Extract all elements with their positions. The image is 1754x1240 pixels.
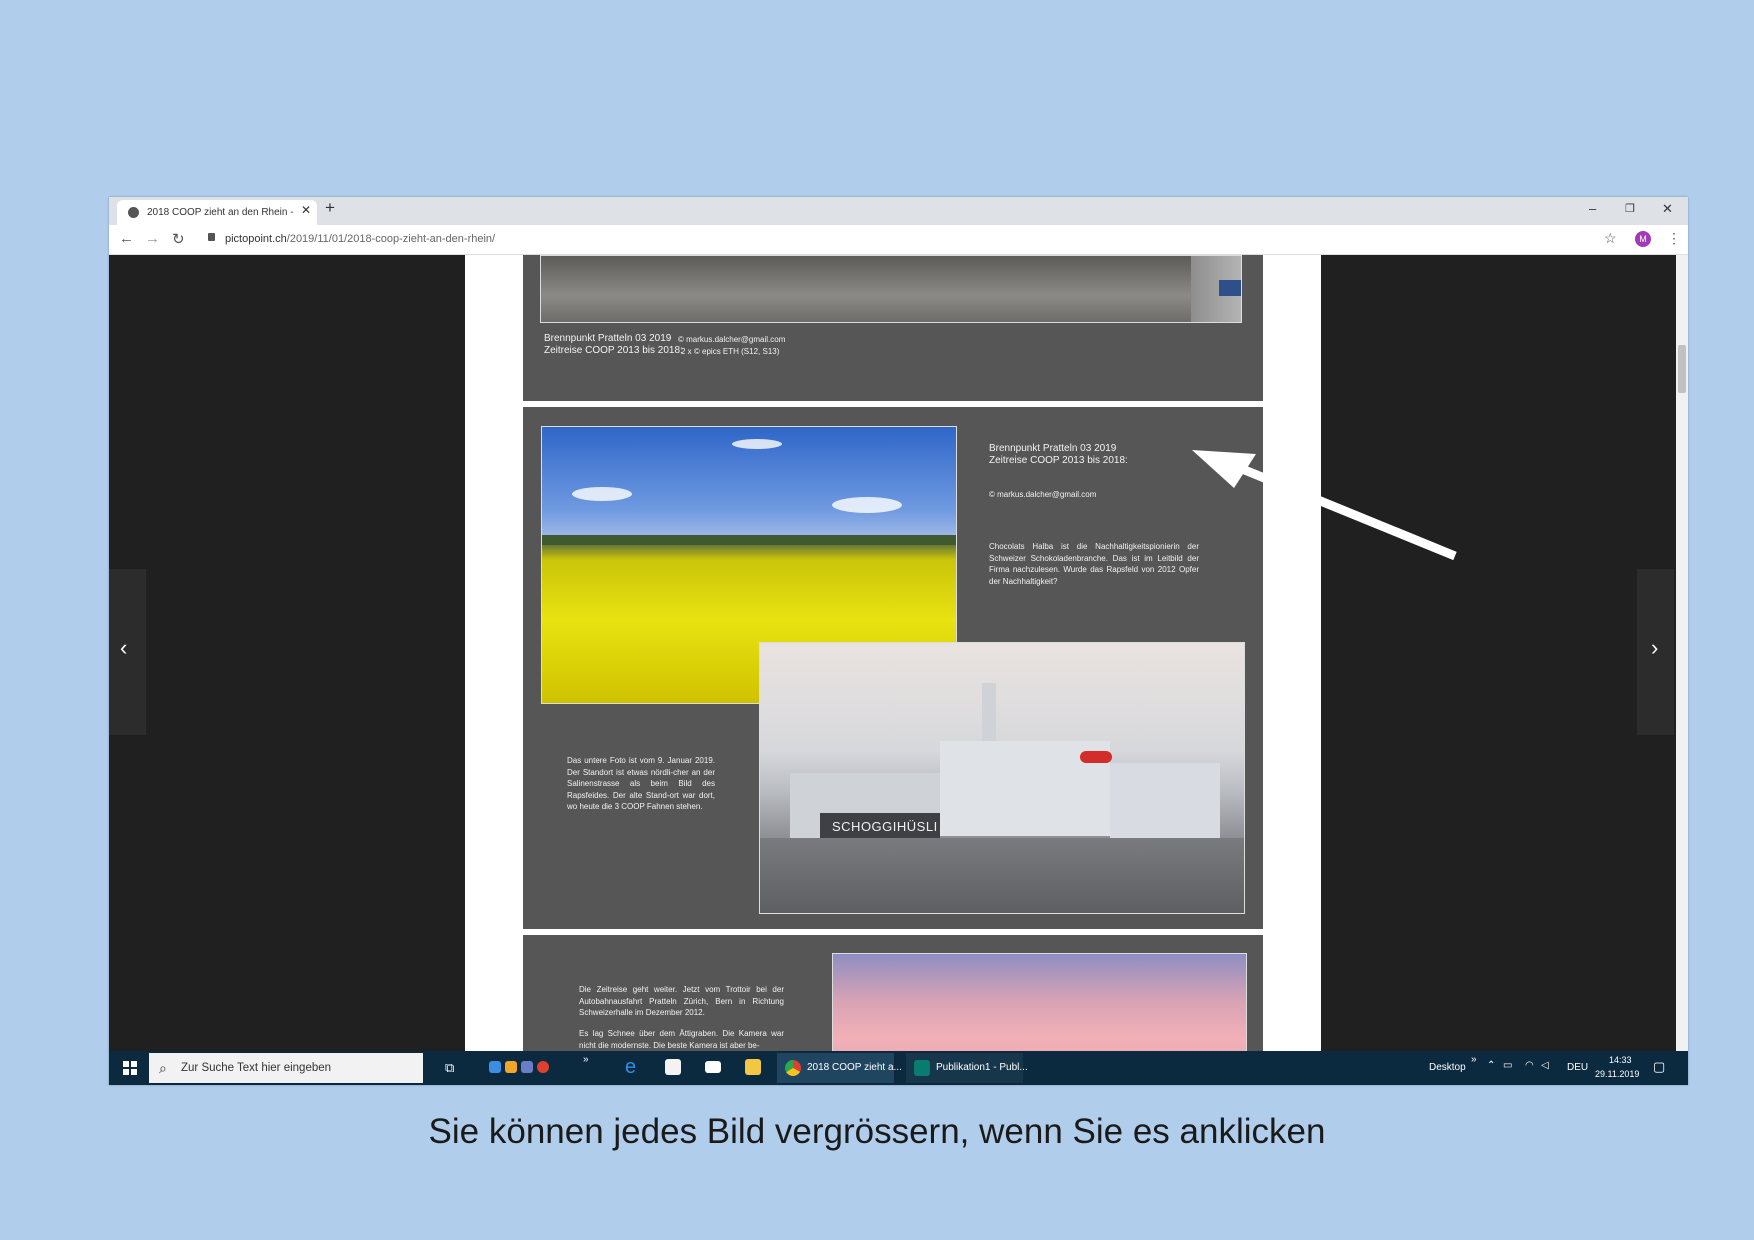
chimney — [982, 683, 996, 743]
cloud — [572, 487, 632, 501]
road — [760, 838, 1244, 913]
restore-icon[interactable]: ❐ — [1625, 202, 1635, 215]
panel2-lower-text: Das untere Foto ist vom 9. Januar 2019. … — [567, 756, 715, 811]
new-tab-icon[interactable]: + — [325, 198, 335, 218]
taskbar-publisher-label: Publikation1 - Publ... — [936, 1062, 1028, 1073]
panel1-credit2: 2 x © epics ETH (S12, S13) — [681, 347, 780, 356]
scrollbar-thumb[interactable] — [1678, 345, 1686, 393]
search-placeholder: Zur Suche Text hier eingeben — [181, 1062, 332, 1074]
caption: Sie können jedes Bild vergrössern, wenn … — [428, 1112, 1326, 1151]
windows-taskbar: ⌕ Zur Suche Text hier eingeben ⧉ » e 201… — [109, 1051, 1688, 1085]
overflow-icon[interactable]: » — [583, 1054, 589, 1065]
store-icon[interactable] — [665, 1059, 681, 1075]
close-window-icon[interactable]: ✕ — [1662, 201, 1673, 217]
search-icon: ⌕ — [159, 1060, 167, 1076]
reload-icon[interactable]: ↻ — [172, 230, 185, 248]
pointer-arrow-annotation — [1192, 450, 1457, 561]
taskbar-publisher-app[interactable]: Publikation1 - Publ... — [906, 1053, 1028, 1083]
overflow-icon[interactable]: » — [1471, 1054, 1477, 1065]
publisher-icon — [914, 1060, 930, 1076]
task-view-icon[interactable]: ⧉ — [445, 1060, 454, 1076]
gallery-panel-3: Die Zeitreise geht weiter. Jetzt vom Tro… — [523, 935, 1263, 1051]
wifi-icon[interactable]: ◠ — [1525, 1060, 1534, 1071]
menu-kebab-icon[interactable]: ⋮ — [1667, 230, 1681, 247]
back-icon[interactable]: ← — [119, 230, 134, 247]
panel2-subtitle: Zeitreise COOP 2013 bis 2018: — [989, 455, 1128, 466]
address-bar: ← → ↻ pictopoint.ch/2019/11/01/2018-coop… — [109, 225, 1688, 255]
url-field[interactable]: pictopoint.ch/2019/11/01/2018-coop-zieht… — [225, 233, 495, 245]
gallery-next-button[interactable]: › — [1637, 569, 1674, 735]
tab-title: 2018 COOP zieht an den Rhein - — [147, 207, 294, 218]
windows-start-icon[interactable] — [123, 1061, 137, 1075]
panel2-email: © markus.dalcher@gmail.com — [989, 490, 1097, 499]
lock-icon — [208, 233, 215, 241]
pinned-chrome-icon[interactable] — [537, 1061, 549, 1073]
cloud — [732, 439, 782, 449]
panel1-credit: © markus.dalcher@gmail.com — [678, 335, 786, 344]
taskbar-search[interactable]: ⌕ Zur Suche Text hier eingeben — [149, 1053, 423, 1083]
pinned-app-icon[interactable] — [505, 1061, 517, 1073]
close-tab-icon[interactable]: ✕ — [301, 203, 311, 217]
schoggihuesli-sign: SCHOGGIHÜSLI — [832, 819, 938, 834]
panel3-text1: Die Zeitreise geht weiter. Jetzt vom Tro… — [579, 985, 784, 1017]
street-sign — [1219, 280, 1241, 296]
gallery-panel-1: Brennpunkt Pratteln 03 2019 Zeitreise CO… — [523, 255, 1263, 401]
battery-icon[interactable]: ▭ — [1503, 1060, 1512, 1071]
gallery-panel-2: Brennpunkt Pratteln 03 2019 Zeitreise CO… — [523, 407, 1263, 929]
chevron-right-icon: › — [1651, 635, 1659, 660]
cloud — [832, 497, 902, 513]
file-explorer-icon[interactable] — [745, 1059, 761, 1075]
taskbar-chrome-app[interactable]: 2018 COOP zieht a... — [777, 1053, 902, 1083]
volume-icon[interactable]: ◁ — [1541, 1060, 1549, 1071]
panel1-subtitle: Zeitreise COOP 2013 bis 2018: — [544, 345, 683, 356]
gallery-prev-button[interactable]: ‹ — [109, 569, 146, 735]
notification-icon[interactable]: ▢ — [1653, 1059, 1665, 1075]
tab-strip: 2018 COOP zieht an den Rhein - ✕ + – ❐ ✕ — [109, 197, 1688, 225]
taskbar-chrome-label: 2018 COOP zieht a... — [807, 1062, 902, 1073]
page-viewport: Brennpunkt Pratteln 03 2019 Zeitreise CO… — [109, 255, 1688, 1051]
url-host: pictopoint.ch — [225, 233, 287, 245]
forward-icon[interactable]: → — [145, 230, 160, 247]
chevron-left-icon: ‹ — [120, 635, 128, 660]
pinned-app-icon[interactable] — [521, 1061, 533, 1073]
building-right — [1110, 763, 1220, 838]
clock-date[interactable]: 29.11.2019 — [1595, 1069, 1639, 1079]
panel2-paragraph: Chocolats Halba ist die Nachhaltigkeitsp… — [989, 542, 1199, 586]
pinned-app-icon[interactable] — [489, 1061, 501, 1073]
chevron-up-icon[interactable]: ⌃ — [1487, 1060, 1495, 1071]
language-indicator[interactable]: DEU — [1567, 1062, 1588, 1073]
globe-icon — [128, 207, 139, 218]
scrollbar[interactable] — [1676, 255, 1688, 1051]
chrome-icon — [785, 1060, 801, 1076]
treeline — [542, 535, 956, 545]
street-photo[interactable] — [540, 255, 1242, 323]
edge-icon[interactable]: e — [625, 1056, 636, 1079]
clock-time[interactable]: 14:33 — [1609, 1055, 1632, 1065]
factory-photo[interactable]: SCHOGGIHÜSLI — [759, 642, 1245, 914]
minimize-icon[interactable]: – — [1589, 201, 1596, 216]
bookmark-star-icon[interactable]: ☆ — [1604, 230, 1617, 247]
mail-icon[interactable] — [705, 1061, 721, 1073]
browser-window: 2018 COOP zieht an den Rhein - ✕ + – ❐ ✕… — [109, 197, 1688, 1085]
coop-logo — [1080, 751, 1112, 763]
profile-avatar[interactable]: M — [1635, 231, 1651, 247]
sunset-photo[interactable] — [832, 953, 1247, 1051]
url-path: /2019/11/01/2018-coop-zieht-an-den-rhein… — [286, 233, 496, 245]
panel3-text2: Es lag Schnee über dem Ättigraben. Die K… — [579, 1029, 784, 1050]
desktop-toolbar-label[interactable]: Desktop — [1429, 1062, 1466, 1073]
tab-active[interactable]: 2018 COOP zieht an den Rhein - ✕ — [117, 200, 317, 225]
